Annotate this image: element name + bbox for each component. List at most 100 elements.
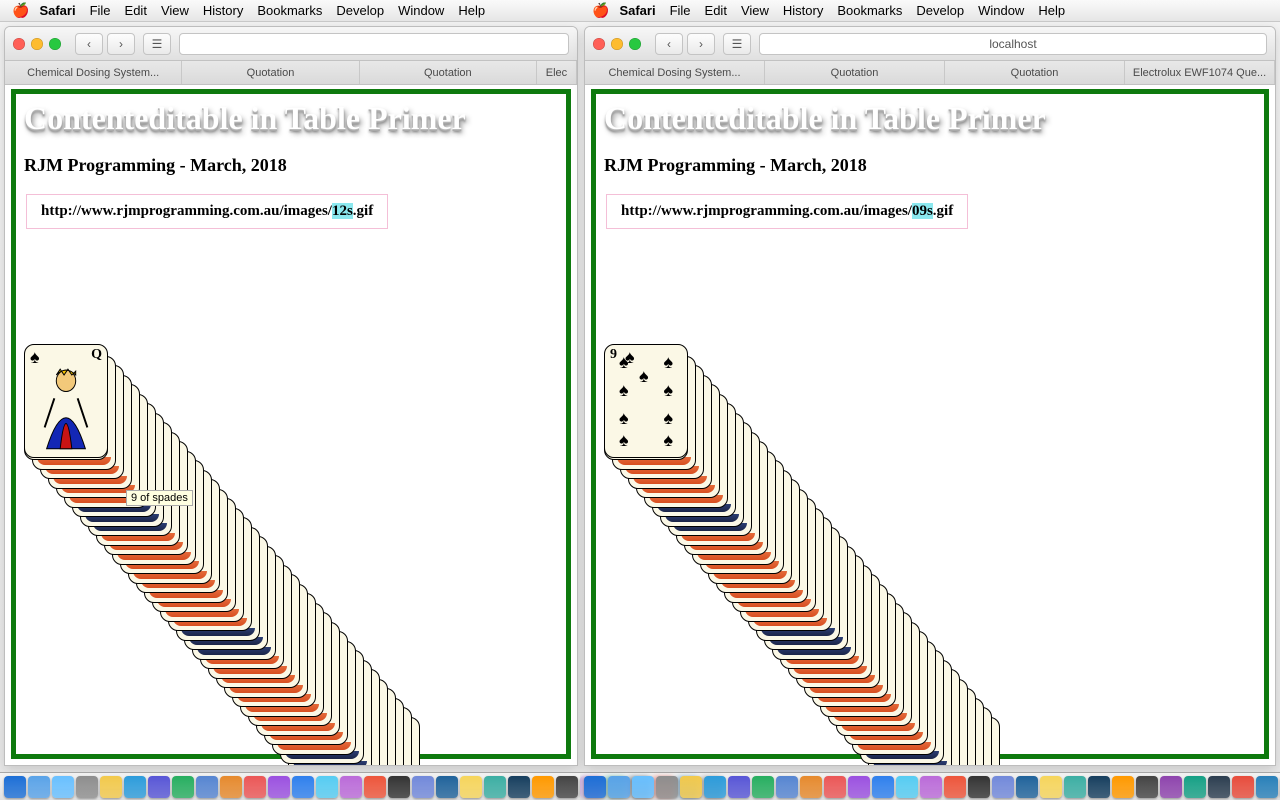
dock-app-1[interactable] (28, 776, 50, 798)
dock-app-19[interactable] (1040, 776, 1062, 798)
dock-app-8[interactable] (776, 776, 798, 798)
menu-window[interactable]: Window (398, 3, 444, 18)
app-name[interactable]: Safari (39, 3, 75, 18)
dock-app-11[interactable] (848, 776, 870, 798)
menu-window[interactable]: Window (978, 3, 1024, 18)
dock-app-17[interactable] (412, 776, 434, 798)
editable-url-cell[interactable]: http://www.rjmprogramming.com.au/images/… (606, 194, 968, 229)
dock-app-27[interactable] (1232, 776, 1254, 798)
dock-app-17[interactable] (992, 776, 1014, 798)
menu-file[interactable]: File (90, 3, 111, 18)
dock-app-26[interactable] (1208, 776, 1230, 798)
url-code[interactable]: 09s (912, 203, 933, 219)
dock-app-3[interactable] (656, 776, 678, 798)
tab-chemical-dosing[interactable]: Chemical Dosing System... (5, 61, 182, 84)
menu-edit[interactable]: Edit (705, 3, 727, 18)
menu-bookmarks[interactable]: Bookmarks (257, 3, 322, 18)
minimize-button[interactable] (611, 38, 623, 50)
dock-app-20[interactable] (1064, 776, 1086, 798)
menu-history[interactable]: History (783, 3, 823, 18)
forward-button[interactable]: › (107, 33, 135, 55)
dock-app-16[interactable] (968, 776, 990, 798)
forward-button[interactable]: › (687, 33, 715, 55)
dock-app-15[interactable] (944, 776, 966, 798)
dock-app-21[interactable] (1088, 776, 1110, 798)
url-code[interactable]: 12s (332, 203, 353, 219)
menu-develop[interactable]: Develop (916, 3, 964, 18)
dock-app-6[interactable] (148, 776, 170, 798)
dock-app-16[interactable] (388, 776, 410, 798)
dock-app-4[interactable] (100, 776, 122, 798)
zoom-button[interactable] (49, 38, 61, 50)
dock-app-2[interactable] (632, 776, 654, 798)
dock-app-13[interactable] (896, 776, 918, 798)
dock-app-13[interactable] (316, 776, 338, 798)
apple-menu-icon[interactable]: 🍎 (12, 2, 29, 19)
menu-view[interactable]: View (741, 3, 769, 18)
tab-electrolux[interactable]: Electrolux EWF1074 Que... (1125, 61, 1275, 84)
menu-history[interactable]: History (203, 3, 243, 18)
dock-app-9[interactable] (220, 776, 242, 798)
tab-quotation-1[interactable]: Quotation (765, 61, 945, 84)
back-button[interactable]: ‹ (75, 33, 103, 55)
dock-app-0[interactable] (4, 776, 26, 798)
dock-app-25[interactable] (1184, 776, 1206, 798)
address-bar[interactable]: localhost (759, 33, 1267, 55)
menu-develop[interactable]: Develop (336, 3, 384, 18)
apple-menu-icon[interactable]: 🍎 (592, 2, 609, 19)
sidebar-button[interactable]: ☰ (143, 33, 171, 55)
top-card-nine-spades[interactable]: 9 ♠ ♠ ♠ ♠ ♠ ♠ ♠ ♠ ♠ ♠ (604, 344, 688, 458)
menu-view[interactable]: View (161, 3, 189, 18)
dock-app-4[interactable] (680, 776, 702, 798)
dock-app-24[interactable] (1160, 776, 1182, 798)
sidebar-button[interactable]: ☰ (723, 33, 751, 55)
editable-url-cell[interactable]: http://www.rjmprogramming.com.au/images/… (26, 194, 388, 229)
back-button[interactable]: ‹ (655, 33, 683, 55)
dock-app-20[interactable] (484, 776, 506, 798)
dock-app-19[interactable] (460, 776, 482, 798)
dock-app-18[interactable] (436, 776, 458, 798)
dock-app-5[interactable] (124, 776, 146, 798)
menu-bookmarks[interactable]: Bookmarks (837, 3, 902, 18)
tab-elec[interactable]: Elec (537, 61, 577, 84)
dock-app-23[interactable] (1136, 776, 1158, 798)
tab-quotation-2[interactable]: Quotation (360, 61, 537, 84)
dock-app-5[interactable] (704, 776, 726, 798)
dock-app-12[interactable] (872, 776, 894, 798)
app-name[interactable]: Safari (619, 3, 655, 18)
dock-app-15[interactable] (364, 776, 386, 798)
dock-app-10[interactable] (824, 776, 846, 798)
minimize-button[interactable] (31, 38, 43, 50)
dock-app-18[interactable] (1016, 776, 1038, 798)
dock-app-7[interactable] (172, 776, 194, 798)
dock-app-9[interactable] (800, 776, 822, 798)
dock-app-23[interactable] (556, 776, 578, 798)
dock-app-8[interactable] (196, 776, 218, 798)
close-button[interactable] (13, 38, 25, 50)
address-bar[interactable] (179, 33, 569, 55)
dock-app-21[interactable] (508, 776, 530, 798)
menu-help[interactable]: Help (1038, 3, 1065, 18)
tab-quotation-2[interactable]: Quotation (945, 61, 1125, 84)
dock-app-22[interactable] (532, 776, 554, 798)
dock-app-2[interactable] (52, 776, 74, 798)
zoom-button[interactable] (629, 38, 641, 50)
menu-file[interactable]: File (670, 3, 691, 18)
menu-edit[interactable]: Edit (125, 3, 147, 18)
dock-app-14[interactable] (920, 776, 942, 798)
dock-app-0[interactable] (584, 776, 606, 798)
tab-quotation-1[interactable]: Quotation (182, 61, 359, 84)
dock-app-22[interactable] (1112, 776, 1134, 798)
dock-app-12[interactable] (292, 776, 314, 798)
dock-app-7[interactable] (752, 776, 774, 798)
tab-chemical-dosing[interactable]: Chemical Dosing System... (585, 61, 765, 84)
menu-help[interactable]: Help (458, 3, 485, 18)
dock-app-28[interactable] (1256, 776, 1278, 798)
dock-app-1[interactable] (608, 776, 630, 798)
dock-app-10[interactable] (244, 776, 266, 798)
dock-app-3[interactable] (76, 776, 98, 798)
dock-app-14[interactable] (340, 776, 362, 798)
top-card-queen-spades[interactable]: ♠ Q (24, 344, 108, 458)
close-button[interactable] (593, 38, 605, 50)
dock-app-11[interactable] (268, 776, 290, 798)
